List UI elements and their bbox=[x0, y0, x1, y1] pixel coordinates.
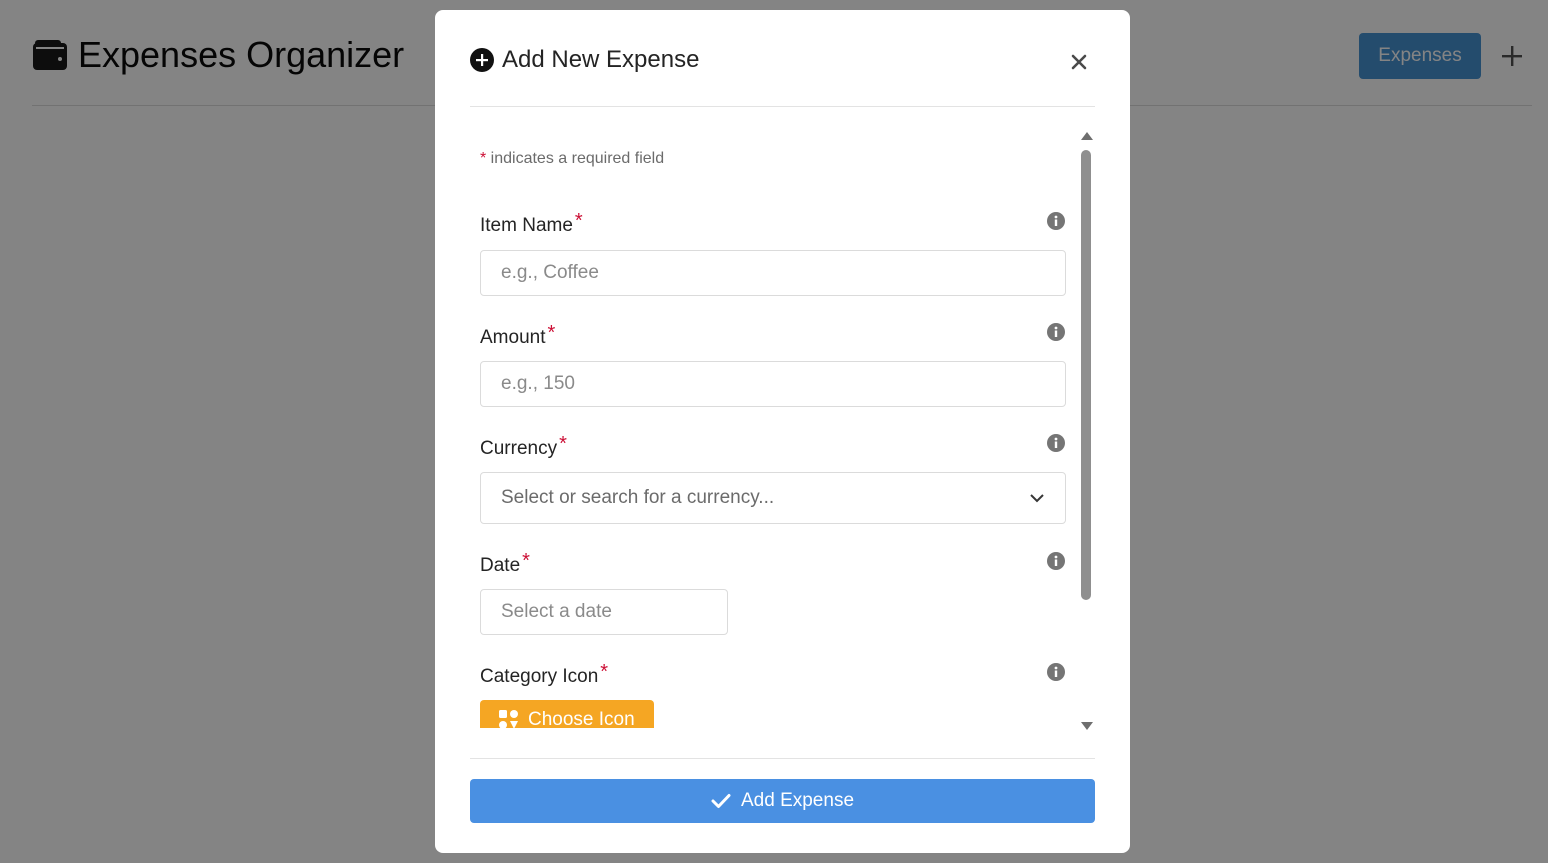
required-star: * bbox=[547, 322, 556, 344]
choose-icon-button[interactable]: Choose Icon bbox=[480, 700, 654, 728]
item-name-label: Item Name * bbox=[480, 210, 583, 237]
info-icon[interactable] bbox=[1047, 212, 1065, 230]
modal-title: Add New Expense bbox=[470, 46, 699, 74]
amount-label: Amount * bbox=[480, 322, 555, 349]
currency-select-placeholder: Select or search for a currency... bbox=[501, 487, 775, 508]
item-name-label-text: Item Name bbox=[480, 215, 573, 236]
add-expense-submit-button[interactable]: Add Expense bbox=[470, 779, 1095, 823]
info-icon[interactable] bbox=[1047, 323, 1065, 341]
required-star: * bbox=[559, 433, 567, 455]
currency-select[interactable]: Select or search for a currency... bbox=[480, 472, 1066, 524]
item-name-input[interactable] bbox=[480, 250, 1066, 296]
header-separator bbox=[470, 106, 1095, 107]
amount-label-text: Amount bbox=[480, 327, 546, 348]
info-icon[interactable] bbox=[1047, 663, 1065, 681]
required-star: * bbox=[522, 550, 530, 572]
close-icon bbox=[1071, 54, 1087, 70]
icons-icon bbox=[499, 710, 518, 728]
close-button[interactable] bbox=[1069, 52, 1089, 72]
currency-label: Currency * bbox=[480, 433, 567, 460]
choose-icon-button-label: Choose Icon bbox=[528, 709, 635, 728]
scroll-up-arrow-icon[interactable] bbox=[1081, 132, 1093, 140]
scrollbar-thumb[interactable] bbox=[1081, 150, 1091, 600]
required-star: * bbox=[600, 661, 609, 683]
chevron-down-icon bbox=[1030, 494, 1044, 503]
check-icon bbox=[711, 794, 731, 808]
required-note: * indicates a required field bbox=[480, 150, 664, 168]
modal-scrollbar[interactable] bbox=[1079, 132, 1093, 730]
date-input[interactable] bbox=[480, 589, 728, 635]
required-note-text: indicates a required field bbox=[486, 150, 665, 167]
category-icon-label-text: Category Icon bbox=[480, 666, 599, 687]
date-label: Date * bbox=[480, 550, 530, 577]
amount-input[interactable] bbox=[480, 361, 1066, 407]
info-icon[interactable] bbox=[1047, 434, 1065, 452]
modal-title-text: Add New Expense bbox=[502, 46, 700, 73]
info-icon[interactable] bbox=[1047, 552, 1065, 570]
add-expense-modal: Add New Expense * indicates a required f… bbox=[435, 10, 1130, 853]
add-expense-submit-label: Add Expense bbox=[740, 790, 855, 811]
required-star: * bbox=[574, 210, 583, 232]
footer-separator bbox=[470, 758, 1095, 759]
currency-label-text: Currency bbox=[480, 438, 558, 459]
scroll-down-arrow-icon[interactable] bbox=[1081, 722, 1093, 730]
modal-header: Add New Expense bbox=[470, 46, 1095, 106]
category-icon-label: Category Icon * bbox=[480, 661, 608, 688]
date-label-text: Date bbox=[480, 555, 521, 576]
modal-body: * indicates a required field Item Name * … bbox=[470, 130, 1096, 728]
plus-circle-icon bbox=[470, 48, 494, 72]
